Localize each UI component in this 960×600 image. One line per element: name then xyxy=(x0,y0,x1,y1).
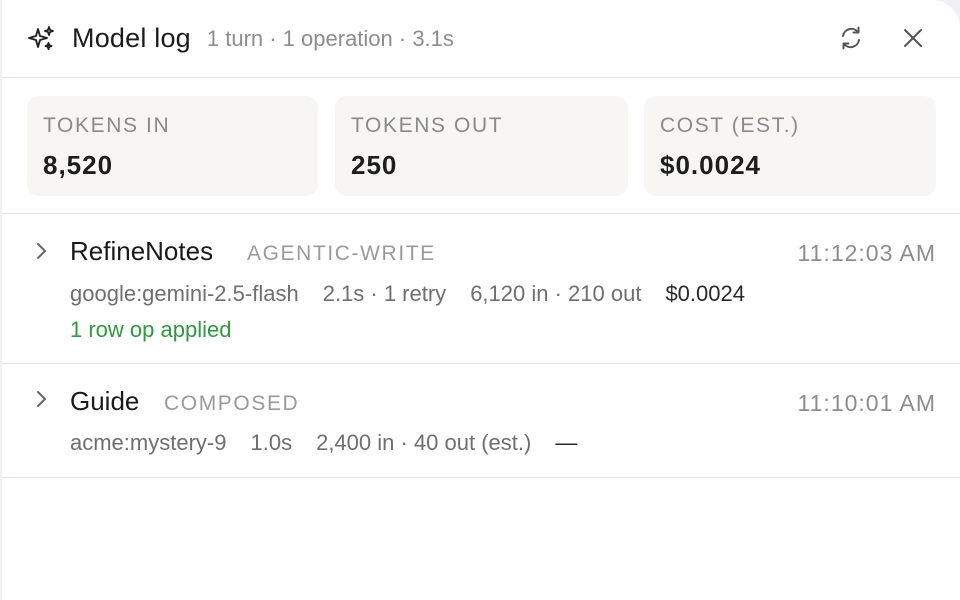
operation-cost: — xyxy=(555,430,578,455)
close-button[interactable] xyxy=(896,23,930,57)
cost-card: COST (EST.) $0.0024 xyxy=(644,96,936,196)
panel-title: Model log xyxy=(72,23,191,53)
model-log-panel: Model log 1 turn · 1 operation · 3.1s TO… xyxy=(2,0,960,600)
operation-status: 1 row op applied xyxy=(70,317,232,342)
chevron-right-icon[interactable] xyxy=(32,240,50,262)
operation-type-badge: AGENTIC-WRITE xyxy=(247,242,436,265)
operation-name: RefineNotes xyxy=(70,236,214,266)
tokens-out-card: TOKENS OUT 250 xyxy=(335,96,628,196)
chevron-right-icon[interactable] xyxy=(32,388,50,410)
panel-header: Model log 1 turn · 1 operation · 3.1s xyxy=(2,0,960,78)
operation-duration: 1.0s xyxy=(250,430,293,455)
refresh-icon xyxy=(836,23,866,58)
tokens-in-card: TOKENS IN 8,520 xyxy=(27,96,318,196)
cost-label: COST (EST.) xyxy=(660,114,800,137)
refresh-button[interactable] xyxy=(834,23,868,57)
operation-timestamp: 11:12:03 AM xyxy=(797,240,936,266)
tokens-in-value: 8,520 xyxy=(43,150,114,180)
cost-value: $0.0024 xyxy=(660,150,761,180)
operation-type-badge: COMPOSED xyxy=(164,392,300,415)
operation-model: acme:mystery-9 xyxy=(70,430,227,455)
tokens-out-label: TOKENS OUT xyxy=(351,114,504,137)
operation-name: Guide xyxy=(70,386,140,416)
usage-summary: TOKENS IN 8,520 TOKENS OUT 250 COST (EST… xyxy=(2,78,960,214)
operation-duration: 2.1s · 1 retry xyxy=(322,281,447,306)
operation-tokens: 2,400 in · 40 out (est.) xyxy=(316,430,532,455)
operation-row-guide[interactable]: Guide COMPOSED 11:10:01 AM acme:mystery-… xyxy=(2,364,960,478)
operation-cost: $0.0024 xyxy=(665,281,745,306)
tokens-in-label: TOKENS IN xyxy=(43,114,171,137)
close-icon xyxy=(900,25,926,56)
operation-row-refinenotes[interactable]: RefineNotes AGENTIC-WRITE 11:12:03 AM go… xyxy=(2,214,960,364)
operation-tokens: 6,120 in · 210 out xyxy=(470,281,642,306)
sparkle-icon xyxy=(26,24,56,54)
tokens-out-value: 250 xyxy=(351,150,398,180)
operation-timestamp: 11:10:01 AM xyxy=(797,390,936,416)
operation-meta: google:gemini-2.5-flash 2.1s · 1 retry 6… xyxy=(70,281,769,307)
operation-model: google:gemini-2.5-flash xyxy=(70,281,299,306)
operation-meta: acme:mystery-9 1.0s 2,400 in · 40 out (e… xyxy=(70,430,601,456)
panel-summary: 1 turn · 1 operation · 3.1s xyxy=(206,25,454,51)
